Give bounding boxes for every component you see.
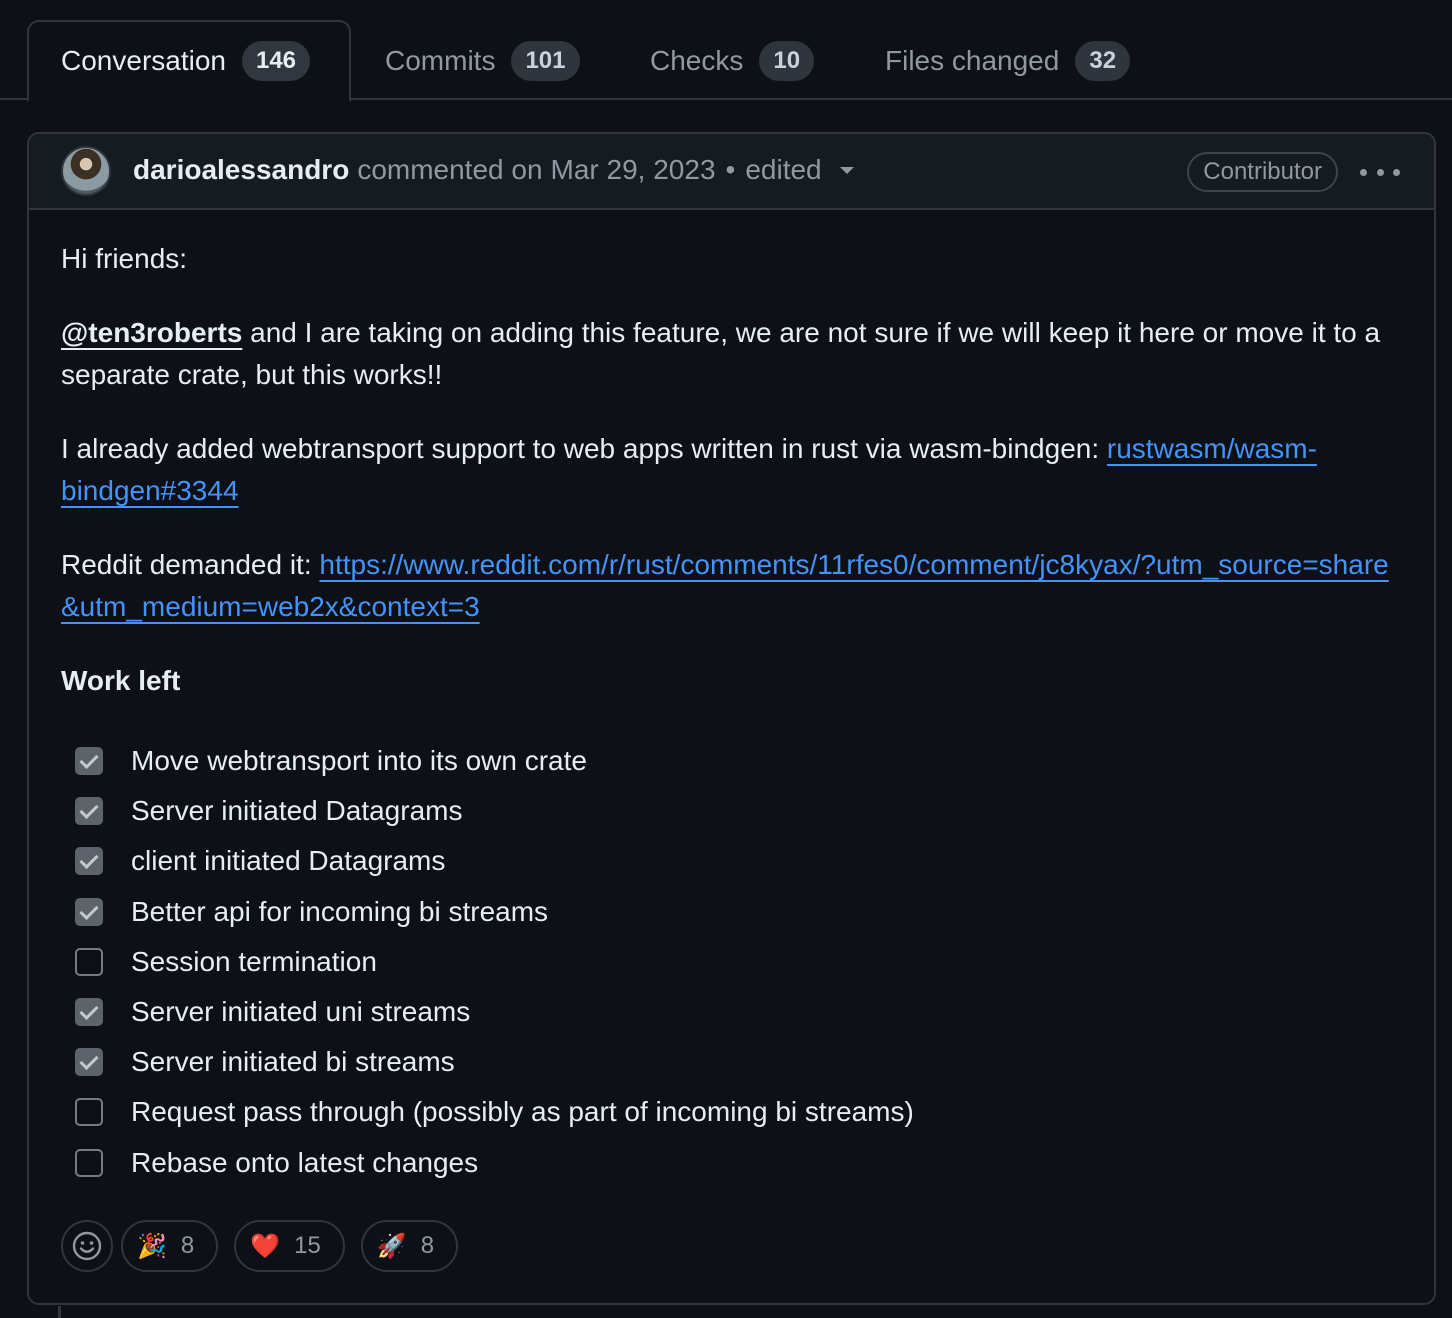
paragraph-text: I already added webtransport support to … — [61, 433, 1107, 464]
rocket-icon: 🚀 — [376, 1232, 407, 1260]
work-left-heading: Work left — [61, 665, 181, 696]
task-list: Move webtransport into its own crate Serv… — [61, 736, 1401, 1188]
paragraph-wasm: I already added webtransport support to … — [61, 428, 1401, 512]
reaction-heart-button[interactable]: ❤️ 15 — [234, 1220, 345, 1272]
task-item: Move webtransport into its own crate — [75, 736, 1401, 786]
comment-action: commented on — [357, 154, 543, 185]
kebab-menu-icon[interactable] — [1360, 154, 1400, 190]
task-checkbox-unchecked[interactable] — [75, 1148, 103, 1177]
task-checkbox-unchecked[interactable] — [75, 947, 103, 976]
greeting-text: Hi friends: — [61, 243, 188, 274]
tab-label: Commits — [385, 45, 496, 76]
reactions-bar: 🎉 8 ❤️ 15 🚀 8 — [61, 1220, 474, 1272]
contributor-badge: Contributor — [1187, 152, 1338, 192]
pr-tab-bar: Conversation 146 Commits 101 Checks 10 F… — [0, 0, 1452, 102]
comment-meta: darioalessandro commented on Mar 29, 202… — [133, 134, 854, 206]
reaction-count: 8 — [180, 1232, 195, 1259]
heart-icon: ❤️ — [250, 1232, 281, 1260]
task-item: Server initiated bi streams — [75, 1037, 1401, 1087]
reaction-count: 15 — [294, 1232, 321, 1259]
task-item: Request pass through (possibly as part o… — [75, 1087, 1401, 1137]
tab-count-badge: 32 — [1075, 41, 1131, 81]
add-reaction-button[interactable] — [61, 1220, 113, 1272]
task-label: Rebase onto latest changes — [131, 1146, 479, 1178]
task-item: client initiated Datagrams — [75, 836, 1401, 886]
paragraph-reddit: Reddit demanded it: https://www.reddit.c… — [61, 544, 1401, 628]
reaction-rocket-button[interactable]: 🚀 8 — [360, 1220, 459, 1272]
task-item: Better api for incoming bi streams — [75, 887, 1401, 937]
task-item: Session termination — [75, 937, 1401, 987]
task-checkbox-checked[interactable] — [75, 1048, 103, 1077]
paragraph-intro: @ten3roberts and I are taking on adding … — [61, 312, 1401, 396]
tab-conversation[interactable]: Conversation 146 — [27, 20, 351, 102]
paragraph-text: Reddit demanded it: — [61, 549, 320, 580]
meta-separator: • — [725, 154, 736, 185]
task-item: Server initiated Datagrams — [75, 786, 1401, 836]
task-checkbox-checked[interactable] — [75, 797, 103, 826]
task-checkbox-checked[interactable] — [75, 897, 103, 926]
author-link[interactable]: darioalessandro — [133, 154, 349, 186]
task-label: Better api for incoming bi streams — [131, 895, 549, 927]
chevron-down-icon[interactable] — [839, 166, 854, 174]
tab-label: Conversation — [61, 45, 226, 76]
reaction-tada-button[interactable]: 🎉 8 — [121, 1220, 219, 1272]
task-label: Request pass through (possibly as part o… — [131, 1096, 914, 1128]
task-label: Server initiated bi streams — [131, 1046, 455, 1078]
tab-count-badge: 10 — [759, 41, 815, 81]
task-label: Server initiated Datagrams — [131, 795, 463, 827]
task-label: Move webtransport into its own crate — [131, 745, 587, 777]
paragraph-text: and I are taking on adding this feature,… — [61, 317, 1381, 390]
tab-label: Checks — [650, 45, 744, 76]
comment-date[interactable]: Mar 29, 2023 — [551, 154, 716, 186]
comment-body: Hi friends: @ten3roberts and I are takin… — [61, 238, 1401, 1188]
task-label: Session termination — [131, 945, 377, 977]
task-checkbox-checked[interactable] — [75, 847, 103, 876]
edited-label[interactable]: edited — [745, 154, 821, 186]
reaction-count: 8 — [420, 1232, 435, 1259]
tab-label: Files changed — [885, 45, 1060, 76]
task-checkbox-unchecked[interactable] — [75, 1098, 103, 1127]
task-label: Server initiated uni streams — [131, 996, 471, 1028]
task-checkbox-checked[interactable] — [75, 998, 103, 1027]
user-mention-link[interactable]: @ten3roberts — [61, 317, 242, 348]
avatar[interactable] — [61, 146, 111, 196]
task-item: Rebase onto latest changes — [75, 1138, 1401, 1188]
tab-checks[interactable]: Checks 10 — [650, 20, 815, 102]
timeline-connector — [58, 1306, 61, 1318]
tab-files-changed[interactable]: Files changed 32 — [885, 20, 1131, 102]
tab-count-badge: 146 — [241, 41, 311, 81]
task-label: client initiated Datagrams — [131, 845, 446, 877]
tada-icon: 🎉 — [137, 1232, 167, 1260]
task-item: Server initiated uni streams — [75, 987, 1401, 1037]
comment-header: darioalessandro commented on Mar 29, 202… — [29, 134, 1434, 210]
comment-card: darioalessandro commented on Mar 29, 202… — [27, 132, 1436, 1305]
tab-count-badge: 101 — [511, 41, 580, 81]
tab-commits[interactable]: Commits 101 — [385, 20, 580, 102]
task-checkbox-checked[interactable] — [75, 747, 103, 776]
smiley-icon — [72, 1231, 102, 1261]
